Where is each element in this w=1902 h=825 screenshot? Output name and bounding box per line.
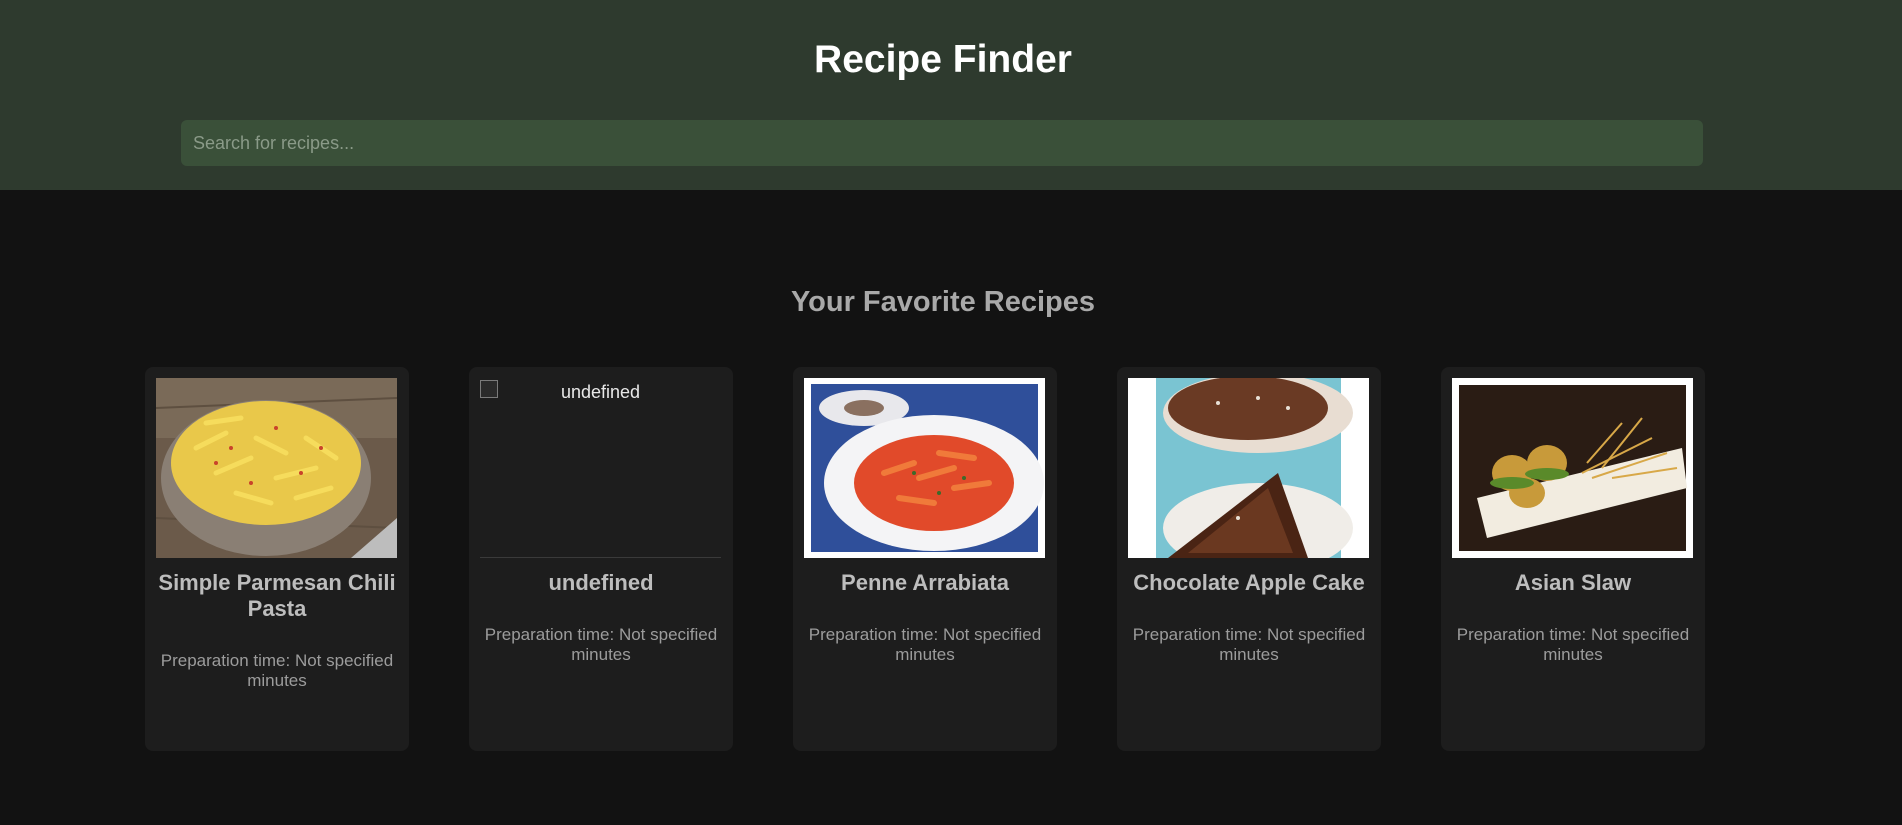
recipe-prep-time: Preparation time: Not specified minutes (1132, 625, 1366, 664)
recipe-card[interactable]: undefined undefined Preparation time: No… (469, 367, 733, 751)
recipe-image[interactable]: undefined (480, 378, 721, 558)
recipe-name: undefined (548, 570, 654, 595)
pasta-bowl-photo (156, 378, 397, 558)
recipe-prep-time: Preparation time: Not specified minutes (808, 625, 1042, 664)
recipe-name: Simple Parmesan Chili Pasta (158, 570, 396, 621)
recipe-name: Penne Arrabiata (841, 570, 1009, 595)
recipe-prep-time: Preparation time: Not specified minutes (484, 625, 718, 664)
search-input[interactable] (181, 120, 1703, 166)
chocolate-cake-photo (1128, 378, 1369, 558)
slaw-plate-photo (1452, 378, 1693, 558)
recipe-card[interactable]: Asian Slaw Preparation time: Not specifi… (1441, 367, 1705, 751)
image-alt-text: undefined (560, 382, 641, 402)
app-header: Recipe Finder (0, 0, 1902, 190)
favorites-title: Your Favorite Recipes (790, 286, 1096, 318)
recipe-name: Asian Slaw (1514, 570, 1632, 595)
recipe-image[interactable] (804, 378, 1045, 558)
recipe-image[interactable] (156, 378, 397, 558)
recipe-prep-time: Preparation time: Not specified minutes (1456, 625, 1690, 664)
recipe-card[interactable]: Penne Arrabiata Preparation time: Not sp… (793, 367, 1057, 751)
recipe-image[interactable] (1128, 378, 1369, 558)
recipe-card[interactable]: Simple Parmesan Chili Pasta Preparation … (145, 367, 409, 751)
recipe-image[interactable] (1452, 378, 1693, 558)
recipe-name: Chocolate Apple Cake (1133, 570, 1365, 595)
app-title: Recipe Finder (814, 38, 1072, 81)
recipe-prep-time: Preparation time: Not specified minutes (160, 651, 394, 690)
penne-plate-photo (804, 378, 1045, 558)
recipe-card[interactable]: Chocolate Apple Cake Preparation time: N… (1117, 367, 1381, 751)
